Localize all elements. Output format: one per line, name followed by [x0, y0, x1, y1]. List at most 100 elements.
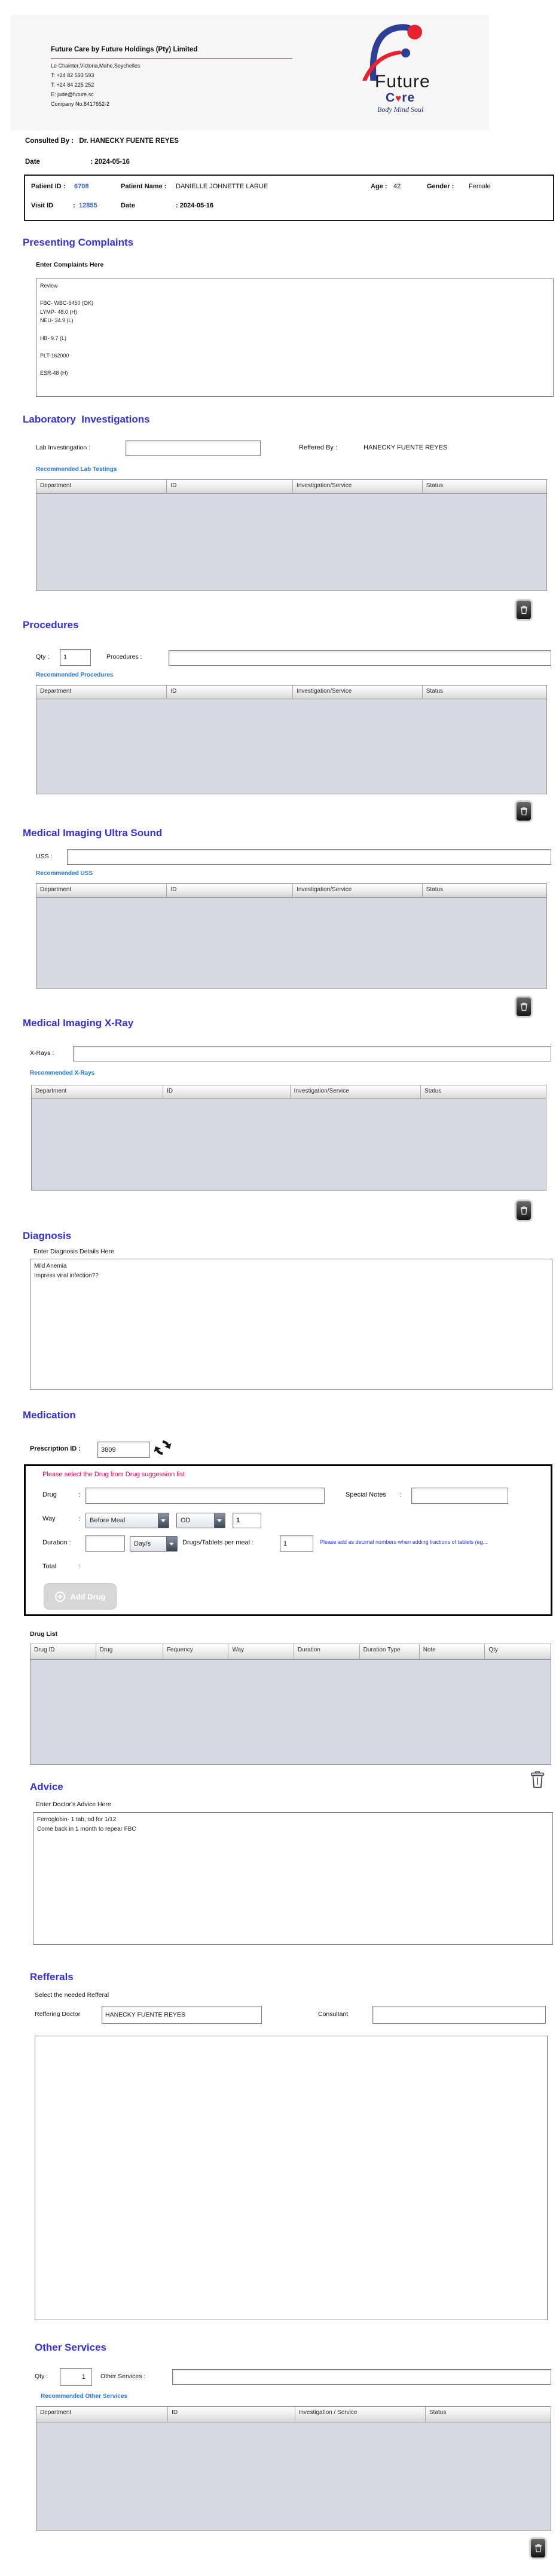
referred-by-value: HANECKY FUENTE REYES	[363, 444, 448, 451]
column-header-investigation[interactable]: Investigation/Service	[293, 480, 423, 494]
column-header-duration-type[interactable]: Duration Type	[359, 1644, 420, 1660]
delete-uss-button[interactable]	[515, 996, 532, 1017]
refresh-prescription-button[interactable]	[153, 1438, 172, 1457]
column-header-status[interactable]: Status	[426, 2407, 551, 2422]
column-header-department[interactable]: Department	[36, 686, 167, 699]
uss-input[interactable]	[67, 849, 551, 865]
column-header-investigation[interactable]: Investigation/Service	[293, 686, 423, 699]
duration-input[interactable]	[85, 1535, 125, 1552]
xray-input[interactable]	[73, 1046, 551, 1061]
section-title-advice: Advice	[30, 1781, 63, 1792]
other-qty-input[interactable]	[60, 2368, 92, 2386]
duration-label: Duration :	[42, 1539, 71, 1546]
section-title-medication: Medication	[23, 1409, 76, 1421]
trash-icon	[520, 807, 527, 816]
referral-list-box[interactable]	[35, 2036, 548, 2320]
uss-table-body[interactable]	[36, 898, 546, 988]
section-title-other-services: Other Services	[35, 2342, 107, 2353]
way-select[interactable]: Before Meal	[85, 1513, 169, 1528]
prescription-id-input[interactable]	[97, 1442, 150, 1458]
age-label: Age :	[371, 183, 387, 190]
column-header-drug-id[interactable]: Drug ID	[30, 1644, 96, 1660]
column-header-id[interactable]: ID	[168, 2407, 295, 2422]
column-header-id[interactable]: ID	[163, 1085, 291, 1099]
column-header-department[interactable]: Department	[36, 884, 167, 898]
lab-investigation-input[interactable]	[126, 440, 261, 456]
frequency-select[interactable]: OD	[176, 1513, 225, 1528]
column-header-id[interactable]: ID	[167, 686, 294, 699]
chevron-down-icon	[214, 1513, 225, 1528]
column-header-investigation[interactable]: Investigation/Service	[290, 1085, 421, 1099]
referral-hint-label: Select the needed Refferal	[35, 1991, 109, 1999]
header-divider	[51, 58, 292, 59]
logo-care-re: re	[402, 91, 416, 105]
column-header-status[interactable]: Status	[422, 884, 546, 898]
diagnosis-textarea[interactable]: Mild Anemia Impress viral infection??	[30, 1259, 552, 1390]
procedures-table-body[interactable]	[36, 699, 546, 794]
way-qty-input[interactable]	[233, 1513, 261, 1528]
advice-textarea[interactable]: Ferroglobin- 1 tab, od for 1/12 Come bac…	[33, 1812, 553, 1945]
xray-table-body[interactable]	[32, 1099, 546, 1190]
column-header-investigation[interactable]: Investigation / Service	[295, 2407, 426, 2422]
section-title-diagnosis: Diagnosis	[23, 1230, 72, 1241]
company-phone-2: T: +24 84 225 252	[51, 82, 94, 88]
add-drug-label: Add Drug	[70, 1592, 106, 1601]
column-header-duration[interactable]: Duration	[294, 1644, 360, 1660]
column-header-status[interactable]: Status	[422, 686, 546, 699]
company-name: Future Care by Future Holdings (Pty) Lim…	[51, 46, 198, 53]
column-header-investigation[interactable]: Investigation/Service	[293, 884, 423, 898]
add-drug-button[interactable]: Add Drug	[44, 1583, 117, 1610]
way-colon: :	[78, 1515, 81, 1522]
per-meal-input[interactable]	[280, 1535, 313, 1552]
referred-by-label: Reffered By :	[299, 444, 337, 451]
special-notes-input[interactable]	[411, 1488, 508, 1504]
column-header-status[interactable]: Status	[421, 1085, 546, 1099]
recommended-uss-label: Recommended USS	[36, 870, 93, 877]
other-table-body[interactable]	[36, 2422, 551, 2530]
uss-label: USS :	[36, 853, 53, 860]
delete-other-service-button[interactable]	[530, 2538, 546, 2559]
delete-procedure-button[interactable]	[515, 801, 532, 822]
consultant-input[interactable]	[372, 2006, 546, 2024]
column-header-id[interactable]: ID	[167, 480, 294, 494]
column-header-frequency[interactable]: Fequency	[163, 1644, 229, 1660]
delete-lab-item-button[interactable]	[515, 599, 532, 620]
procedures-table: Department ID Investigation/Service Stat…	[36, 685, 547, 794]
gender-label: Gender :	[427, 183, 454, 190]
way-label: Way	[42, 1515, 56, 1522]
consulted-by-line: Consulted By : Dr. HANECKY FUENTE REYES	[25, 137, 179, 145]
procedures-qty-input[interactable]	[60, 649, 91, 666]
trash-icon	[530, 1771, 545, 1788]
logo-tagline: Body Mind Soul	[377, 105, 424, 114]
section-title-presenting-complaints: Presenting Complaints	[23, 237, 134, 248]
drug-table-body[interactable]	[30, 1660, 551, 1764]
recommended-other-services-label: Recommended Other Services	[41, 2393, 128, 2400]
column-header-department[interactable]: Department	[32, 1085, 164, 1099]
column-header-drug[interactable]: Drug	[96, 1644, 163, 1660]
drug-input[interactable]	[85, 1488, 325, 1504]
visit-date-label: Date	[121, 202, 135, 209]
lab-table-body[interactable]	[36, 494, 546, 591]
duration-type-value: Day/s	[134, 1540, 151, 1547]
prescription-id-label: Prescription ID :	[30, 1445, 81, 1452]
column-header-way[interactable]: Way	[228, 1644, 295, 1660]
section-title-ultrasound: Medical Imaging Ultra Sound	[23, 827, 163, 839]
visit-id-label: Visit ID	[31, 202, 54, 209]
column-header-note[interactable]: Note	[419, 1644, 485, 1660]
referring-doctor-input[interactable]	[102, 2006, 262, 2024]
column-header-department[interactable]: Department	[36, 2407, 169, 2422]
column-header-qty[interactable]: Qty	[485, 1644, 551, 1660]
procedures-input[interactable]	[169, 650, 551, 666]
uss-table-header: Department ID Investigation/Service Stat…	[36, 884, 546, 898]
column-header-status[interactable]: Status	[422, 480, 546, 494]
column-header-department[interactable]: Department	[36, 480, 167, 494]
total-colon: :	[78, 1563, 81, 1570]
drug-list-label: Drug List	[30, 1630, 58, 1638]
duration-type-select[interactable]: Day/s	[130, 1536, 178, 1552]
delete-drug-button[interactable]	[528, 1768, 546, 1791]
column-header-id[interactable]: ID	[167, 884, 294, 898]
special-notes-label: Special Notes	[346, 1491, 386, 1498]
delete-xray-button[interactable]	[515, 1200, 532, 1221]
other-services-input[interactable]	[172, 2369, 551, 2385]
complaints-textarea[interactable]: Review FBC- WBC-5450 (OK) LYMP- 48.0 (H)…	[36, 279, 554, 397]
